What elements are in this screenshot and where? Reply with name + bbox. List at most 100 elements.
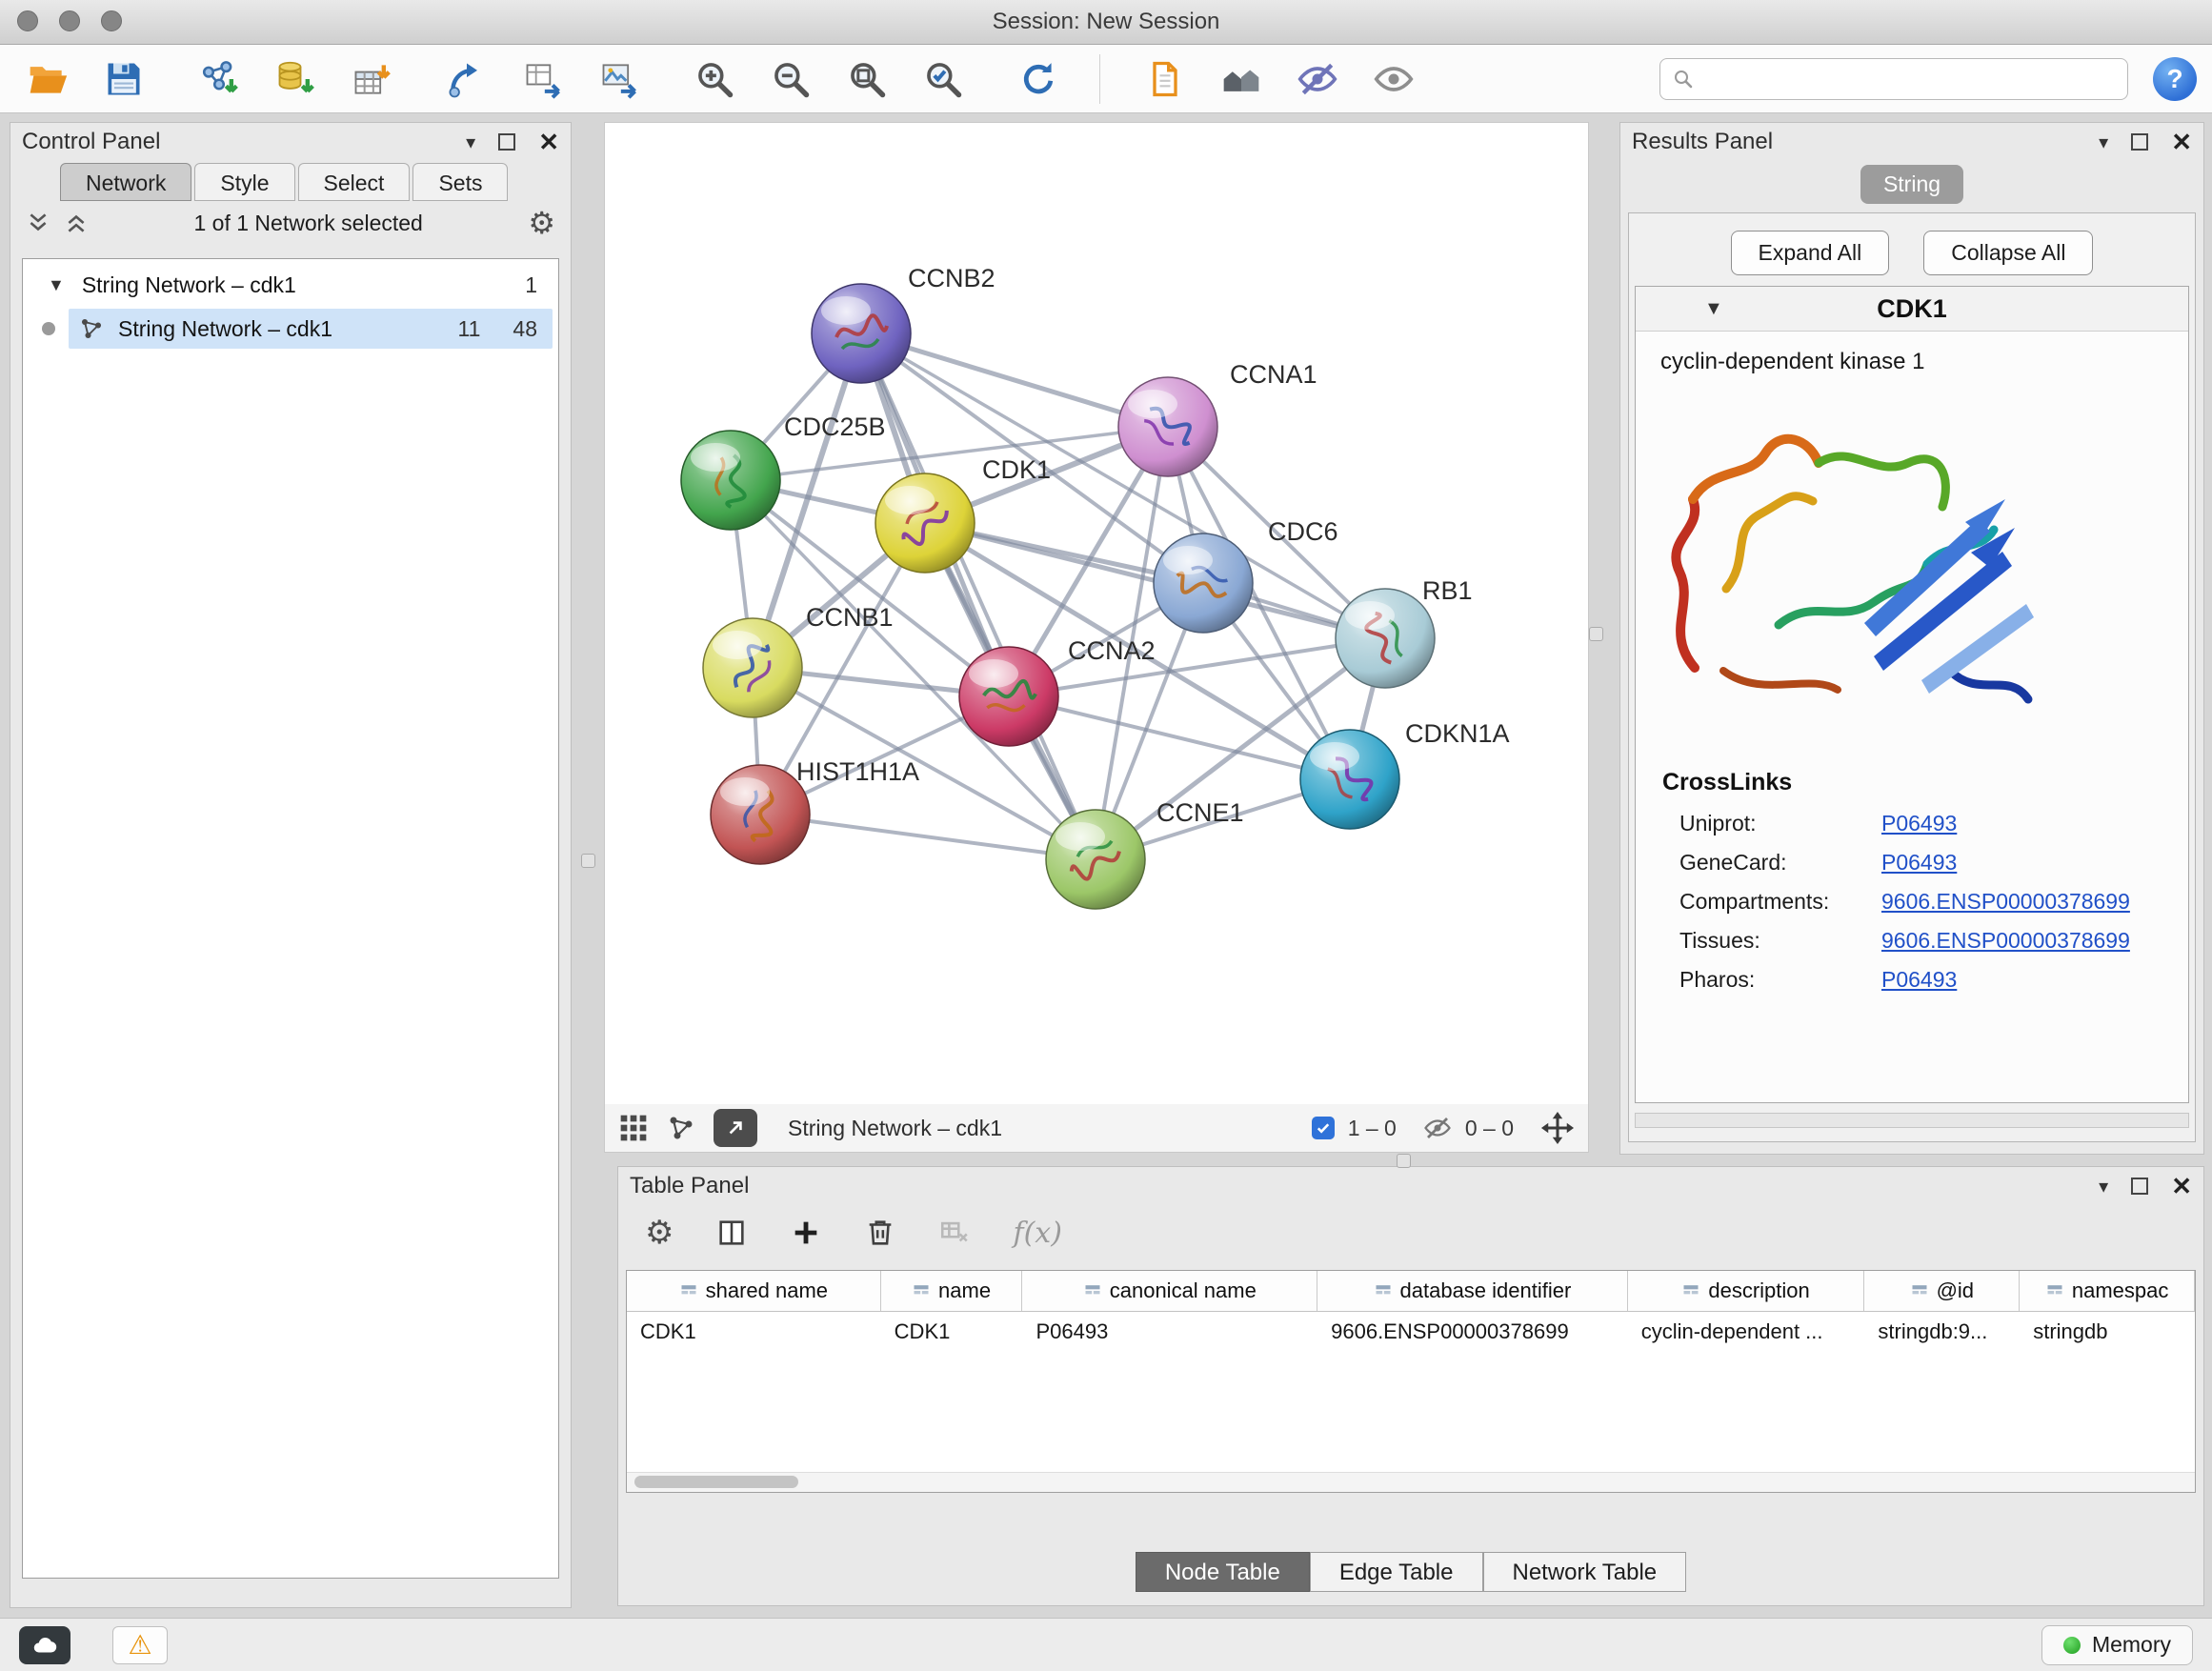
zoom-in-button[interactable] (692, 56, 737, 102)
table-panel: Table Panel ▾ ✕ ⚙ f(x) shared name name (617, 1166, 2204, 1606)
tab-select[interactable]: Select (298, 163, 411, 201)
tab-style[interactable]: Style (194, 163, 294, 201)
show-all-button[interactable] (1371, 56, 1417, 102)
table-cell[interactable]: CDK1 (627, 1319, 881, 1344)
zoom-selected-button[interactable] (920, 56, 966, 102)
node-label-CCNB1: CCNB1 (806, 603, 894, 632)
table-cell[interactable]: P06493 (1023, 1319, 1318, 1344)
crosslink-link[interactable]: P06493 (1881, 811, 1957, 836)
show-columns-icon[interactable] (715, 1217, 748, 1249)
import-network-database-button[interactable] (272, 56, 318, 102)
memory-label: Memory (2092, 1632, 2171, 1658)
column-header-shared-name[interactable]: shared name (627, 1271, 881, 1311)
zoom-fit-button[interactable] (844, 56, 890, 102)
expand-all-icon[interactable] (64, 211, 89, 235)
pan-crosshair-icon[interactable] (1540, 1111, 1575, 1145)
tab-node-table[interactable]: Node Table (1136, 1552, 1310, 1592)
refresh-view-button[interactable] (1016, 56, 1061, 102)
panel-close-icon[interactable]: ✕ (2171, 1174, 2192, 1198)
panel-float-icon[interactable] (498, 133, 515, 151)
crosslink-link[interactable]: 9606.ENSP00000378699 (1881, 889, 2130, 915)
gear-icon[interactable]: ⚙ (528, 208, 555, 238)
left-splitter-handle[interactable] (581, 854, 595, 868)
column-header-database-identifier[interactable]: database identifier (1317, 1271, 1628, 1311)
panel-collapse-icon[interactable]: ▾ (2099, 131, 2108, 154)
crosslink-link[interactable]: P06493 (1881, 850, 1957, 876)
panel-close-icon[interactable]: ✕ (538, 130, 559, 154)
memory-button[interactable]: Memory (2041, 1625, 2193, 1665)
panel-float-icon[interactable] (2131, 133, 2148, 151)
crosslink-link[interactable]: 9606.ENSP00000378699 (1881, 928, 2130, 954)
tab-edge-table[interactable]: Edge Table (1310, 1552, 1483, 1592)
network-row[interactable]: String Network – cdk1 11 48 (23, 307, 558, 351)
hide-selected-button[interactable] (1295, 56, 1340, 102)
collapse-all-button[interactable]: Collapse All (1923, 231, 2093, 275)
selected-nodes-checkbox[interactable] (1312, 1117, 1335, 1139)
tab-string[interactable]: String (1860, 165, 1963, 204)
network-canvas[interactable]: CCNB2CCNA1CDC25BCDK1CDC6RB1CCNB1CCNA2CDK… (604, 122, 1589, 1105)
node-label-HIST1H1A: HIST1H1A (796, 757, 919, 786)
column-header--id[interactable]: @id (1864, 1271, 2020, 1311)
table-row[interactable]: CDK1CDK1P064939606.ENSP00000378699cyclin… (627, 1312, 2195, 1352)
table-cell[interactable]: 9606.ENSP00000378699 (1317, 1319, 1628, 1344)
scrollbar-thumb[interactable] (634, 1476, 798, 1488)
search-box[interactable] (1659, 58, 2128, 100)
panel-collapse-icon[interactable]: ▾ (2099, 1175, 2108, 1198)
add-column-icon[interactable] (790, 1217, 822, 1249)
table-settings-gear-icon[interactable]: ⚙ (645, 1217, 674, 1249)
column-header-description[interactable]: description (1628, 1271, 1865, 1311)
hidden-counter: 0 – 0 (1465, 1116, 1514, 1141)
tab-network-table[interactable]: Network Table (1483, 1552, 1687, 1592)
export-network-button[interactable] (444, 56, 490, 102)
annotation-document-button[interactable] (1142, 56, 1188, 102)
function-builder-button[interactable]: f(x) (1013, 1217, 1061, 1250)
crosslink-link[interactable]: P06493 (1881, 967, 1957, 993)
panel-float-icon[interactable] (2131, 1178, 2148, 1195)
birdseye-view-icon[interactable] (666, 1113, 696, 1143)
network-collection-row[interactable]: ▼ String Network – cdk1 1 (23, 263, 558, 307)
expand-all-button[interactable]: Expand All (1731, 231, 1890, 275)
tree-expand-icon[interactable]: ▼ (48, 275, 65, 295)
import-network-file-button[interactable] (196, 56, 242, 102)
table-cell[interactable]: stringdb:9... (1864, 1319, 2020, 1344)
export-table-button[interactable] (520, 56, 566, 102)
panel-close-icon[interactable]: ✕ (2171, 130, 2192, 154)
export-image-button[interactable] (596, 56, 642, 102)
open-session-button[interactable] (25, 56, 70, 102)
right-splitter-handle[interactable] (1589, 627, 1603, 641)
column-header-canonical-name[interactable]: canonical name (1022, 1271, 1317, 1311)
tab-network[interactable]: Network (60, 163, 191, 201)
bottom-splitter-handle[interactable] (1397, 1154, 1411, 1168)
column-header-name[interactable]: name (881, 1271, 1023, 1311)
help-button[interactable]: ? (2153, 57, 2197, 101)
import-table-button[interactable] (349, 56, 394, 102)
column-header-namespac[interactable]: namespac (2020, 1271, 2195, 1311)
export-view-button[interactable] (714, 1109, 757, 1147)
search-input[interactable] (1704, 66, 2116, 92)
network-graph[interactable]: CCNB2CCNA1CDC25BCDK1CDC6RB1CCNB1CCNA2CDK… (605, 123, 1588, 1104)
column-type-icon (1374, 1281, 1393, 1300)
table-hscrollbar[interactable] (627, 1472, 2195, 1492)
network-edge[interactable] (760, 815, 1096, 859)
table-cell[interactable]: cyclin-dependent ... (1628, 1319, 1865, 1344)
save-session-button[interactable] (101, 56, 147, 102)
results-scrollbar[interactable] (1635, 1113, 2189, 1128)
delete-trash-icon[interactable] (864, 1217, 896, 1249)
zoom-out-button[interactable] (768, 56, 814, 102)
show-hide-panels-button[interactable] (1218, 56, 1264, 102)
selected-network[interactable]: String Network – cdk1 11 48 (69, 309, 553, 349)
cloud-button[interactable] (19, 1626, 70, 1664)
network-tree: ▼ String Network – cdk1 1 String Network… (22, 258, 559, 1579)
table-tabs: Node TableEdge TableNetwork Table (618, 1552, 2203, 1592)
panel-collapse-icon[interactable]: ▾ (466, 131, 475, 154)
protein-card-header[interactable]: ▼ CDK1 (1636, 287, 2188, 332)
table-cell[interactable]: stringdb (2020, 1319, 2195, 1344)
grid-view-icon[interactable] (618, 1113, 649, 1143)
collapse-all-icon[interactable] (26, 211, 50, 235)
tab-sets[interactable]: Sets (412, 163, 508, 201)
collapse-section-icon[interactable]: ▼ (1704, 298, 1723, 320)
table-cell[interactable]: CDK1 (881, 1319, 1023, 1344)
crosslink-label: GeneCard: (1679, 850, 1881, 876)
hidden-eye-slash-icon[interactable] (1423, 1114, 1452, 1142)
warnings-button[interactable]: ⚠ (112, 1626, 168, 1664)
